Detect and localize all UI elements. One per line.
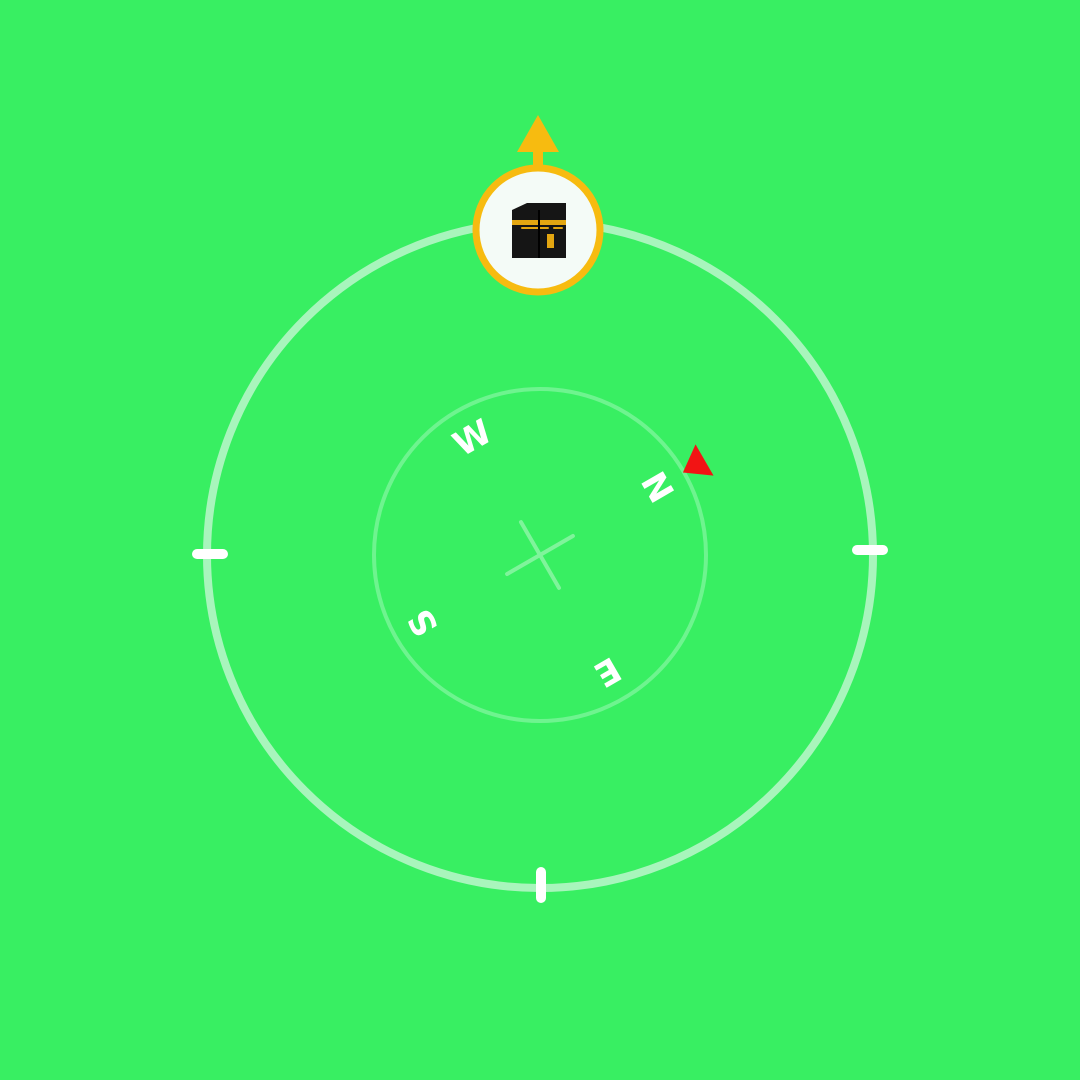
kaaba-door (547, 234, 554, 248)
qibla-compass-screen: N E S W (0, 0, 1080, 1080)
qibla-compass: N E S W (0, 0, 1080, 1080)
kaaba-icon (512, 203, 566, 258)
